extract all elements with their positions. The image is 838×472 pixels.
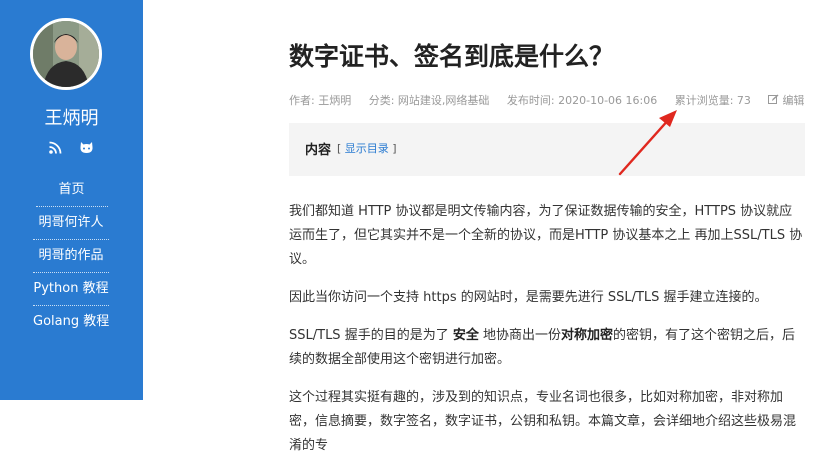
toc-bracket-close: ] — [392, 142, 397, 155]
sidebar-item-python[interactable]: Python 教程 — [33, 273, 109, 306]
author-name: 王炳明 — [44, 108, 99, 129]
toc-toggle[interactable]: [ 显示目录 ] — [337, 140, 397, 156]
bold-security: 安全 — [452, 328, 479, 343]
meta-published: 发布时间: 2020-10-06 16:06 — [506, 94, 658, 107]
toc-title: 内容 — [305, 143, 332, 158]
github-icon[interactable] — [79, 139, 94, 158]
paragraph-1: 我们都知道 HTTP 协议都是明文传输内容，为了保证数据传输的安全，HTTPS … — [289, 204, 803, 267]
toc-toggle-label[interactable]: 显示目录 — [345, 142, 389, 155]
paragraph-4: 这个过程其实挺有趣的，涉及到的知识点，专业名词也很多，比如对称加密，非对称加密，… — [289, 390, 797, 453]
toc-bracket-open: [ — [337, 142, 342, 155]
post-content: 我们都知道 HTTP 协议都是明文传输内容，为了保证数据传输的安全，HTTPS … — [289, 200, 805, 472]
meta-author[interactable]: 作者: 王炳明 — [289, 94, 351, 107]
edit-label: 编辑 — [782, 94, 805, 107]
bold-symmetric-encryption: 对称加密 — [560, 328, 613, 343]
paragraph-3-part-1: SSL/TLS 握手的目的是为了 — [289, 328, 453, 343]
table-of-contents: 内容 [ 显示目录 ] — [289, 123, 805, 176]
avatar[interactable] — [30, 18, 102, 90]
meta-views: 累计浏览量: 73 — [674, 94, 751, 107]
sidebar: 王炳明 首页 明哥何许人 明哥的作品 Python 教程 Golang 教程 — [0, 0, 143, 400]
page-title[interactable]: 数字证书、签名到底是什么？ — [289, 37, 614, 73]
social-links — [0, 138, 143, 158]
sidebar-item-works[interactable]: 明哥的作品 — [33, 240, 109, 273]
sidebar-item-golang[interactable]: Golang 教程 — [33, 306, 109, 338]
meta-category[interactable]: 分类: 网站建设,网络基础 — [369, 94, 490, 107]
edit-icon — [768, 94, 779, 104]
edit-link[interactable]: 编辑 — [768, 94, 818, 107]
avatar-photo — [33, 21, 99, 87]
rss-icon[interactable] — [49, 139, 62, 158]
paragraph-3: SSL/TLS 握手的目的是为了 安全 地协商出一份对称加密的密钥，有了这个密钥… — [289, 324, 805, 372]
sidebar-nav: 首页 明哥何许人 明哥的作品 Python 教程 Golang 教程 — [0, 174, 143, 338]
post-meta: 作者: 王炳明 分类: 网站建设,网络基础 发布时间: 2020-10-06 1… — [289, 92, 818, 108]
paragraph-3-part-2: 地协商出一份 — [478, 328, 561, 343]
paragraph-2: 因此当你访问一个支持 https 的网站时，是需要先进行 SSL/TLS 握手建… — [289, 290, 768, 305]
sidebar-item-home[interactable]: 首页 — [35, 174, 108, 207]
sidebar-item-about[interactable]: 明哥何许人 — [33, 207, 109, 240]
